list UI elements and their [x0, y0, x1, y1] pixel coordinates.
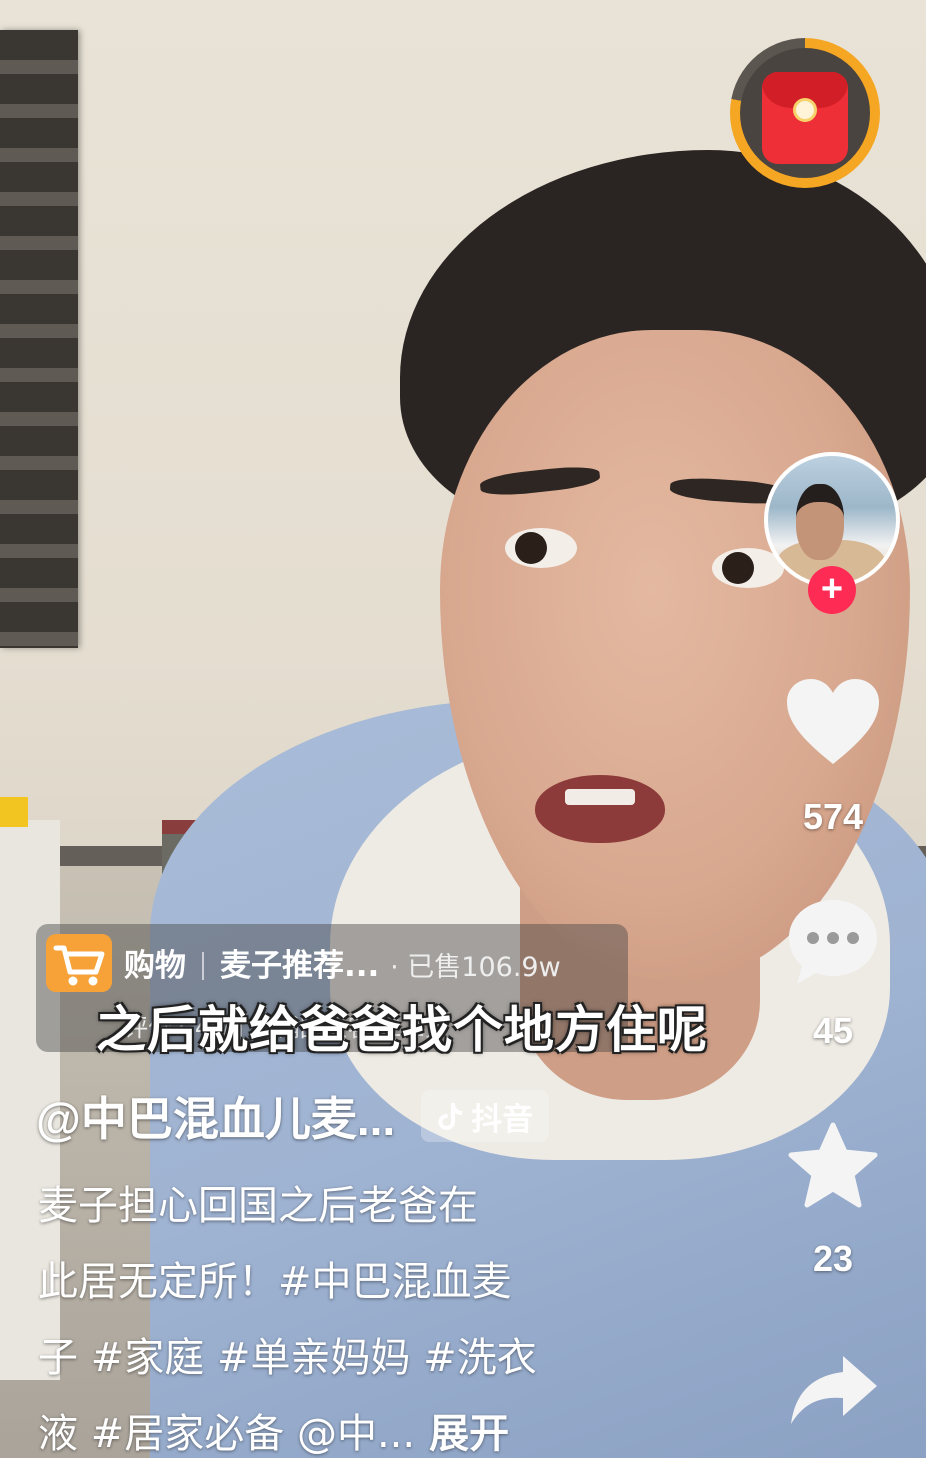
product-name: 麦子推荐... — [220, 948, 380, 984]
comment-count: 45 — [812, 1010, 854, 1051]
expand-caption-button[interactable]: 展开 — [429, 1411, 509, 1457]
like-button[interactable]: 574 — [778, 676, 888, 838]
yellow-box — [0, 797, 28, 827]
share-button[interactable] — [778, 1350, 888, 1430]
person-left-eye — [505, 528, 577, 568]
comment-icon — [789, 900, 877, 984]
caption-line: 此居无定所！#中巴混血麦 — [38, 1259, 512, 1305]
envelope-clasp — [793, 98, 817, 122]
divider — [202, 952, 204, 980]
product-tag: 购物 — [124, 948, 186, 984]
caption-line: 麦子担心回国之后老爸在 — [38, 1183, 478, 1229]
video-caption: 麦子担心回国之后老爸在 此居无定所！#中巴混血麦 子 #家庭 #单亲妈妈 #洗衣… — [38, 1168, 638, 1472]
caption-line: 子 #家庭 #单亲妈妈 #洗衣 — [38, 1335, 537, 1381]
platform-badge: 抖音 — [421, 1090, 550, 1142]
star-icon — [788, 1122, 878, 1208]
author-name[interactable]: @中巴混血儿麦... — [36, 1083, 395, 1149]
douyin-logo-icon — [438, 1103, 463, 1130]
platform-label: 抖音 — [471, 1101, 534, 1138]
share-icon — [791, 1356, 877, 1424]
caption-line: 液 #居家必备 @中... — [38, 1411, 416, 1457]
video-subtitle: 之后就给爸爸找个地方住呢 — [96, 1001, 708, 1059]
window-blind — [0, 30, 78, 648]
author-row: @中巴混血儿麦... 抖音 — [36, 1083, 550, 1149]
heart-icon — [787, 679, 879, 764]
product-sold: · 已售106.9w — [390, 952, 561, 983]
follow-button[interactable]: + — [808, 566, 856, 614]
shopping-cart-icon — [46, 934, 112, 992]
person-mouth — [535, 775, 665, 843]
favorite-button[interactable]: 23 — [778, 1122, 888, 1280]
comment-button[interactable]: 45 — [778, 896, 888, 1052]
avatar-face — [796, 484, 844, 560]
caption-line-last: 液 #居家必备 @中... 展开 — [38, 1396, 638, 1472]
favorite-count: 23 — [812, 1238, 854, 1279]
product-title-row: 购物 麦子推荐... · 已售106.9w — [124, 940, 561, 985]
red-envelope-icon[interactable] — [762, 72, 848, 164]
like-count: 574 — [802, 796, 864, 837]
